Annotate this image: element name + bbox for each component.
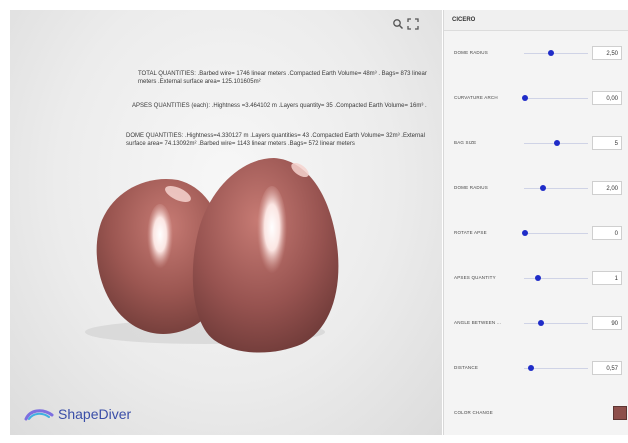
slider-knob[interactable] bbox=[528, 365, 534, 371]
slider-knob[interactable] bbox=[522, 95, 528, 101]
param-label: DOME RADIUS bbox=[454, 185, 488, 190]
param-rotate-apse: ROTATE APSE 0 bbox=[444, 222, 628, 246]
slider-track[interactable] bbox=[524, 188, 588, 189]
shapediver-logo-text: ShapeDiver bbox=[58, 406, 132, 422]
slider-knob[interactable] bbox=[554, 140, 560, 146]
shapediver-logo-icon bbox=[24, 409, 54, 421]
param-bag-size: BAG SIZE 5 bbox=[444, 132, 628, 156]
param-value-input[interactable]: 0,00 bbox=[592, 91, 622, 105]
param-label: APSES QUANTITY bbox=[454, 275, 496, 280]
panel-title: CICERO bbox=[444, 10, 628, 31]
color-picker-swatch[interactable] bbox=[613, 406, 627, 420]
param-label: COLOR CHANGE bbox=[454, 410, 493, 415]
param-label: ROTATE APSE bbox=[454, 230, 487, 235]
param-value-input[interactable]: 0,57 bbox=[592, 361, 622, 375]
param-label: ANGLE BETWEEN ... bbox=[454, 320, 502, 325]
param-curvature-arch: CURVATURE ARCH 0,00 bbox=[444, 87, 628, 111]
param-value-input[interactable]: 0 bbox=[592, 226, 622, 240]
param-value-input[interactable]: 2,00 bbox=[592, 181, 622, 195]
slider-track[interactable] bbox=[524, 53, 588, 54]
slider-knob[interactable] bbox=[535, 275, 541, 281]
param-apses-quantity: APSES QUANTITY 1 bbox=[444, 267, 628, 291]
param-label: BAG SIZE bbox=[454, 140, 477, 145]
param-label: CURVATURE ARCH bbox=[454, 95, 498, 100]
slider-knob[interactable] bbox=[522, 230, 528, 236]
param-value-input[interactable]: 90 bbox=[592, 316, 622, 330]
3d-viewport[interactable]: TOTAL QUANTITIES: .Barbed wire= 1746 lin… bbox=[10, 10, 442, 435]
shapediver-logo: ShapeDiver bbox=[24, 406, 131, 422]
slider-track[interactable] bbox=[524, 278, 588, 279]
param-angle-between: ANGLE BETWEEN ... 90 bbox=[444, 312, 628, 336]
param-value-input[interactable]: 1 bbox=[592, 271, 622, 285]
param-value-input[interactable]: 5 bbox=[592, 136, 622, 150]
slider-track[interactable] bbox=[524, 98, 588, 99]
param-dome-radius: DOME RADIUS 2,50 bbox=[444, 42, 628, 66]
param-color-change: COLOR CHANGE bbox=[444, 402, 628, 426]
dome-model[interactable] bbox=[10, 10, 442, 435]
param-dome-radius-2: DOME RADIUS 2,00 bbox=[444, 177, 628, 201]
slider-knob[interactable] bbox=[548, 50, 554, 56]
param-label: DISTANCE bbox=[454, 365, 479, 370]
param-distance: DISTANCE 0,57 bbox=[444, 357, 628, 381]
slider-track[interactable] bbox=[524, 323, 588, 324]
parameter-panel: CICERO DOME RADIUS 2,50 CURVATURE ARCH 0… bbox=[443, 10, 628, 435]
slider-knob[interactable] bbox=[538, 320, 544, 326]
param-value-input[interactable]: 2,50 bbox=[592, 46, 622, 60]
param-label: DOME RADIUS bbox=[454, 50, 488, 55]
slider-track[interactable] bbox=[524, 233, 588, 234]
slider-knob[interactable] bbox=[540, 185, 546, 191]
